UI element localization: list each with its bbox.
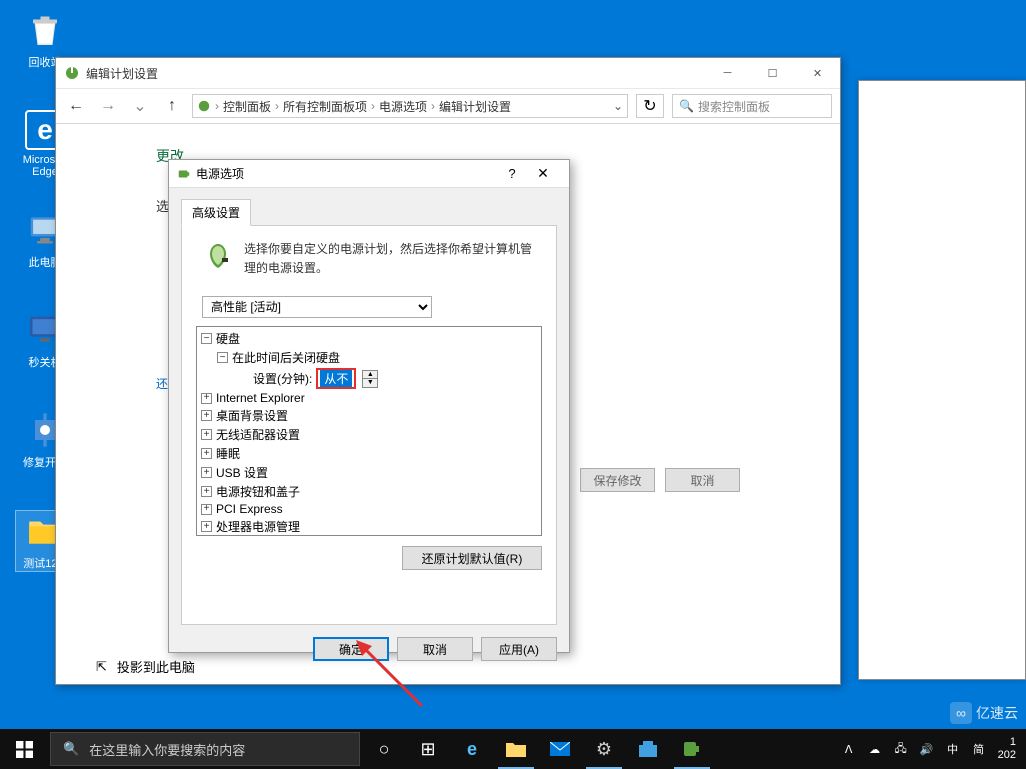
chevron-right-icon: › — [431, 99, 435, 113]
cancel-button[interactable]: 取消 — [397, 637, 473, 661]
chevron-right-icon: › — [371, 99, 375, 113]
tray-onedrive-icon[interactable]: ☁ — [864, 729, 886, 769]
tree-item[interactable]: +睡眠 — [197, 444, 541, 463]
tree-item-turn-off-after[interactable]: − 在此时间后关闭硬盘 — [197, 348, 541, 367]
tree-item[interactable]: +处理器电源管理 — [197, 517, 541, 536]
tray-network-icon[interactable]: 🖧 — [890, 729, 912, 769]
expand-icon[interactable]: + — [201, 504, 212, 515]
ok-button[interactable]: 确定 — [313, 637, 389, 661]
cancel-button[interactable]: 取消 — [665, 468, 740, 492]
help-button[interactable]: ? — [499, 166, 525, 181]
background-window[interactable] — [858, 80, 1026, 680]
power-plan-select[interactable]: 高性能 [活动] — [202, 296, 432, 318]
spinner-up[interactable]: ▲ — [363, 371, 377, 379]
start-button[interactable] — [0, 729, 48, 769]
search-icon: 🔍 — [679, 99, 694, 113]
taskbar-settings[interactable]: ⚙ — [582, 729, 626, 769]
cp-toolbar: ← → ⌄ ↑ › 控制面板 › 所有控制面板项 › 电源选项 › 编辑计划设置… — [56, 88, 840, 124]
tray-ime2[interactable]: 简 — [968, 729, 990, 769]
cp-link-fragment[interactable]: 还 — [156, 377, 168, 391]
taskbar-mail[interactable] — [538, 729, 582, 769]
taskbar-edge[interactable]: e — [450, 729, 494, 769]
expand-icon[interactable]: + — [201, 429, 212, 440]
project-icon: ⇱ — [96, 659, 107, 675]
power-plan-icon — [64, 65, 80, 81]
taskbar-power[interactable] — [670, 729, 714, 769]
tree-item[interactable]: +Internet Explorer — [197, 390, 541, 406]
search-placeholder: 搜索控制面板 — [698, 98, 770, 115]
taskbar: 🔍 在这里输入你要搜索的内容 ○ ⊞ e ⚙ ᐱ ☁ 🖧 🔊 中 简 1 202 — [0, 729, 1026, 769]
taskbar-explorer[interactable] — [494, 729, 538, 769]
refresh-button[interactable]: ↻ — [636, 94, 664, 118]
power-intro-icon — [202, 240, 234, 272]
maximize-button[interactable]: ☐ — [750, 58, 795, 88]
search-icon: 🔍 — [63, 741, 79, 757]
power-options-dialog: 电源选项 ? ✕ 高级设置 选择你要自定义的电源计划，然后选择你希望计算机管理的… — [168, 159, 570, 653]
taskbar-store[interactable] — [626, 729, 670, 769]
tree-item[interactable]: +电源按钮和盖子 — [197, 482, 541, 501]
close-button[interactable]: ✕ — [795, 58, 840, 88]
advanced-settings-tab[interactable]: 高级设置 — [181, 199, 251, 226]
tab-content: 选择你要自定义的电源计划，然后选择你希望计算机管理的电源设置。 高性能 [活动]… — [181, 225, 557, 625]
cp-titlebar[interactable]: 编辑计划设置 ─ ☐ ✕ — [56, 58, 840, 88]
breadcrumb-item[interactable]: 控制面板 — [223, 98, 271, 115]
breadcrumb-item[interactable]: 电源选项 — [379, 98, 427, 115]
tray-overflow[interactable]: ᐱ — [838, 729, 860, 769]
breadcrumb-item[interactable]: 编辑计划设置 — [439, 98, 511, 115]
back-button[interactable]: ← — [64, 94, 88, 118]
cortana-button[interactable]: ○ — [362, 729, 406, 769]
windows-icon — [16, 741, 33, 758]
apply-button[interactable]: 应用(A) — [481, 637, 557, 661]
watermark: ∞ 亿速云 — [950, 702, 1018, 724]
settings-tree[interactable]: − 硬盘 − 在此时间后关闭硬盘 设置(分钟): 从不 ▲▼ +Internet… — [196, 326, 542, 536]
tree-item[interactable]: +USB 设置 — [197, 463, 541, 482]
tray-clock[interactable]: 1 202 — [994, 736, 1020, 762]
cp-title: 编辑计划设置 — [86, 65, 705, 82]
up-button[interactable]: ↑ — [160, 94, 184, 118]
watermark-icon: ∞ — [950, 702, 972, 724]
expand-icon[interactable]: + — [201, 467, 212, 478]
value-spinner[interactable]: ▲▼ — [362, 370, 378, 388]
chevron-right-icon: › — [275, 99, 279, 113]
collapse-icon[interactable]: − — [217, 352, 228, 363]
power-icon — [197, 99, 211, 113]
expand-icon[interactable]: + — [201, 448, 212, 459]
tree-item[interactable]: +桌面背景设置 — [197, 406, 541, 425]
pd-titlebar[interactable]: 电源选项 ? ✕ — [169, 160, 569, 188]
setting-value-input[interactable]: 从不 — [316, 368, 356, 389]
task-view-button[interactable]: ⊞ — [406, 729, 450, 769]
tray-ime[interactable]: 中 — [942, 729, 964, 769]
system-tray: ᐱ ☁ 🖧 🔊 中 简 1 202 — [838, 729, 1026, 769]
chevron-right-icon: › — [215, 99, 219, 113]
tray-volume-icon[interactable]: 🔊 — [916, 729, 938, 769]
pd-title-text: 电源选项 — [196, 165, 244, 182]
address-bar[interactable]: › 控制面板 › 所有控制面板项 › 电源选项 › 编辑计划设置 ⌄ — [192, 94, 628, 118]
search-placeholder: 在这里输入你要搜索的内容 — [89, 740, 245, 759]
cp-search-box[interactable]: 🔍 搜索控制面板 — [672, 94, 832, 118]
taskbar-search[interactable]: 🔍 在这里输入你要搜索的内容 — [50, 732, 360, 766]
close-button[interactable]: ✕ — [525, 165, 561, 182]
save-changes-button[interactable]: 保存修改 — [580, 468, 655, 492]
minimize-button[interactable]: ─ — [705, 58, 750, 88]
recycle-bin-icon — [25, 10, 65, 50]
collapse-icon[interactable]: − — [201, 333, 212, 344]
intro-text: 选择你要自定义的电源计划，然后选择你希望计算机管理的电源设置。 — [244, 240, 536, 278]
tree-item[interactable]: +无线适配器设置 — [197, 425, 541, 444]
tree-item[interactable]: +PCI Express — [197, 501, 541, 517]
dropdown-icon[interactable]: ⌄ — [613, 99, 623, 113]
tree-item-hard-disk[interactable]: − 硬盘 — [197, 329, 541, 348]
expand-icon[interactable]: + — [201, 393, 212, 404]
forward-button[interactable]: → — [96, 94, 120, 118]
battery-icon — [177, 167, 191, 181]
expand-icon[interactable]: + — [201, 521, 212, 532]
spinner-down[interactable]: ▼ — [363, 379, 377, 387]
breadcrumb-item[interactable]: 所有控制面板项 — [283, 98, 367, 115]
tree-item-setting-value[interactable]: 设置(分钟): 从不 ▲▼ — [197, 367, 541, 390]
expand-icon[interactable]: + — [201, 486, 212, 497]
recent-button[interactable]: ⌄ — [128, 94, 152, 118]
restore-defaults-button[interactable]: 还原计划默认值(R) — [402, 546, 542, 570]
expand-icon[interactable]: + — [201, 410, 212, 421]
